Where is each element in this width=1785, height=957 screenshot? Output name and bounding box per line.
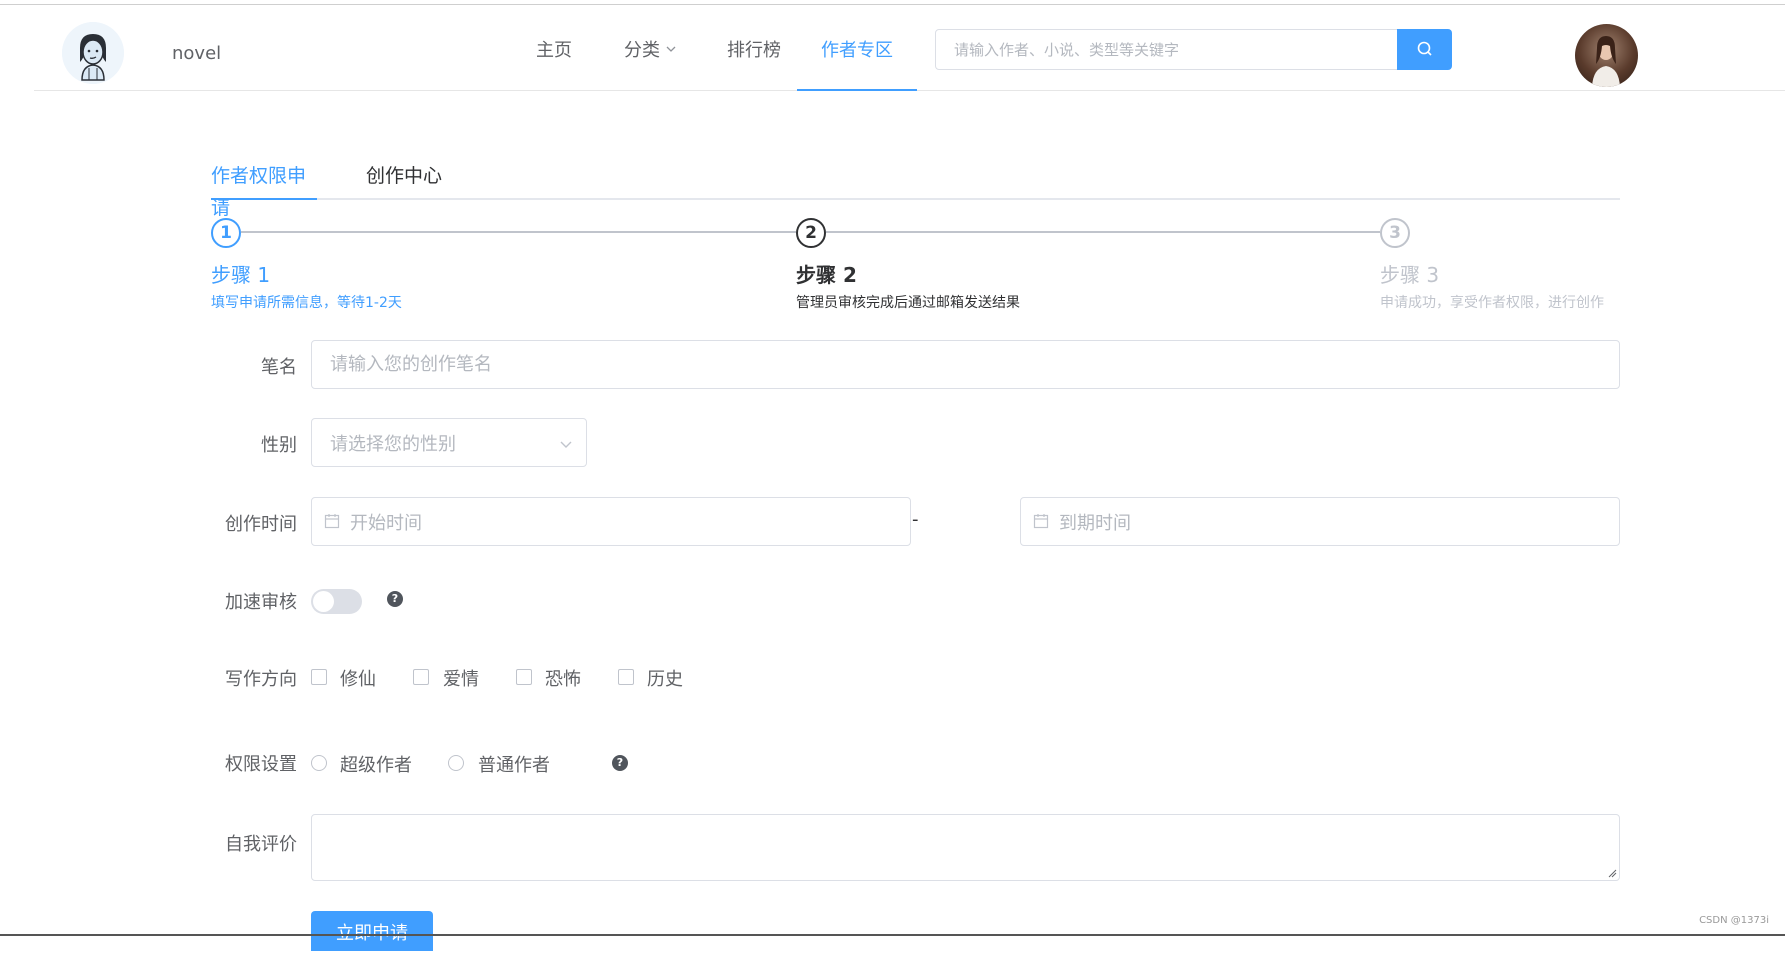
nav-author-zone[interactable]: 作者专区	[797, 5, 917, 91]
step-1-title: 步骤 1	[211, 263, 271, 287]
question-circle-icon[interactable]: ?	[612, 755, 628, 771]
nav-category-label: 分类	[624, 40, 660, 61]
self-evaluation-textarea[interactable]	[311, 814, 1620, 881]
nav-ranking[interactable]: 排行榜	[714, 5, 794, 91]
chevron-down-icon	[666, 46, 676, 52]
radio-super-author[interactable]	[311, 755, 327, 771]
radio-label-normal-author[interactable]: 普通作者	[478, 751, 550, 777]
gender-select[interactable]: 请选择您的性别	[311, 418, 587, 467]
step-2-description: 管理员审核完成后通过邮箱发送结果	[796, 295, 1020, 311]
switch-knob	[313, 591, 334, 612]
chevron-down-icon	[560, 441, 572, 448]
checkbox-lishi[interactable]	[618, 669, 634, 685]
checkbox-label-kongbu[interactable]: 恐怖	[545, 665, 581, 691]
checkbox-label-lishi[interactable]: 历史	[647, 665, 683, 691]
step-1-description: 填写申请所需信息，等待1-2天	[211, 295, 402, 311]
app-name: novel	[172, 43, 222, 64]
resize-handle-icon[interactable]	[1607, 868, 1617, 878]
checkbox-label-aiqing[interactable]: 爱情	[443, 665, 479, 691]
direction-label: 写作方向	[225, 669, 297, 690]
search-box	[935, 29, 1432, 70]
pen-name-label: 笔名	[261, 357, 297, 378]
nav-ranking-label: 排行榜	[727, 40, 781, 61]
step-2-title: 步骤 2	[796, 263, 857, 287]
pen-name-input[interactable]	[312, 341, 1619, 388]
calendar-icon	[1033, 514, 1049, 529]
step-2-icon: 2	[796, 218, 826, 248]
step-3-icon: 3	[1380, 218, 1410, 248]
top-navbar: novel 主页 分类 排行榜 作者专区	[34, 5, 1785, 91]
nav-home-label: 主页	[536, 40, 572, 61]
permission-label: 权限设置	[225, 754, 297, 775]
end-date-placeholder: 到期时间	[1059, 512, 1131, 534]
nav-home[interactable]: 主页	[524, 5, 584, 91]
radio-label-super-author[interactable]: 超级作者	[340, 751, 412, 777]
start-date-placeholder: 开始时间	[350, 512, 422, 534]
gender-label: 性别	[261, 435, 297, 456]
creation-time-label: 创作时间	[225, 514, 297, 535]
question-circle-icon[interactable]: ?	[387, 591, 403, 607]
logo-icon[interactable]	[62, 22, 124, 84]
avatar[interactable]	[1575, 24, 1638, 87]
submit-button[interactable]: 立即申请	[311, 911, 433, 951]
self-evaluation-label: 自我评价	[225, 834, 297, 855]
watermark: CSDN @1373i	[1699, 915, 1769, 926]
checkbox-kongbu[interactable]	[516, 669, 532, 685]
calendar-icon	[324, 514, 340, 529]
tab-creation-center[interactable]: 创作中心	[366, 160, 446, 200]
search-button[interactable]	[1397, 29, 1452, 70]
checkbox-xiuxian[interactable]	[311, 669, 327, 685]
search-icon	[1417, 41, 1432, 56]
fast-review-label: 加速审核	[225, 592, 297, 613]
date-separator: -	[912, 509, 919, 530]
search-input[interactable]	[936, 30, 1431, 69]
fast-review-switch[interactable]	[311, 589, 362, 614]
author-tabs: 作者权限申请 创作中心	[211, 160, 1620, 219]
step-1-icon: 1	[211, 218, 241, 248]
checkbox-aiqing[interactable]	[413, 669, 429, 685]
step-3-title: 步骤 3	[1380, 263, 1440, 287]
radio-normal-author[interactable]	[448, 755, 464, 771]
nav-author-zone-label: 作者专区	[821, 40, 893, 61]
gender-select-placeholder: 请选择您的性别	[330, 433, 456, 455]
pen-name-field	[311, 340, 1620, 389]
step-3-description: 申请成功，享受作者权限，进行创作	[1380, 295, 1604, 311]
tab-author-apply[interactable]: 作者权限申请	[211, 160, 317, 219]
nav-category[interactable]: 分类	[600, 5, 700, 91]
end-date-picker[interactable]: 到期时间	[1020, 497, 1620, 546]
start-date-picker[interactable]: 开始时间	[311, 497, 911, 546]
step-connector-2	[826, 231, 1380, 233]
step-connector-1	[241, 231, 796, 233]
checkbox-label-xiuxian[interactable]: 修仙	[340, 665, 376, 691]
